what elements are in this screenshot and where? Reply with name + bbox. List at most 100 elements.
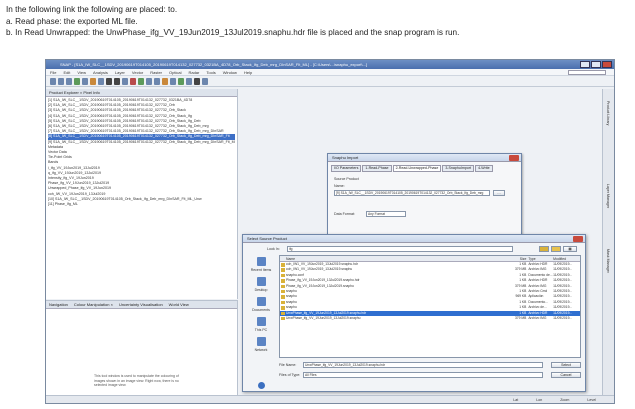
source-product-select[interactable]: [9] S1A_IW_SLC__1SDV_20190619T014105_201… [334, 190, 490, 196]
range-finder-icon[interactable] [138, 78, 144, 85]
tab-write[interactable]: 4-Write [475, 165, 493, 172]
tab-colour-manipulation[interactable]: Colour Manipulation × [74, 301, 113, 308]
layer-manager-tab[interactable]: Layer Manager [606, 184, 610, 208]
export-icon[interactable] [82, 78, 88, 85]
zoom-in-icon[interactable] [106, 78, 112, 85]
colour-manipulation-note: This tool window is used to manipulate t… [94, 374, 179, 388]
look-in-label: Look In: [267, 247, 280, 251]
place-documents[interactable]: Documents [247, 295, 275, 315]
close-icon[interactable] [573, 236, 583, 242]
data-format-select[interactable]: Any Format [366, 211, 406, 217]
menu-window[interactable]: Window [223, 69, 237, 75]
file-icon [281, 268, 285, 272]
place-network[interactable]: Network [247, 335, 275, 355]
file-name-text: coh_IW1_VV_19Jun2019_13Jul2019.snaphu.hd… [286, 262, 358, 266]
new-folder-icon[interactable] [551, 246, 561, 252]
data-format-label: Data Format: [334, 212, 355, 216]
intro-line-a: a. Read phase: the exported ML file. [6, 16, 138, 26]
maximize-button[interactable] [591, 61, 601, 68]
pan-icon[interactable] [122, 78, 128, 85]
up-folder-icon[interactable] [539, 246, 549, 252]
tree-item[interactable]: [9] S1A_IW_SLC__1SDV_20190619T014105_201… [48, 140, 235, 145]
pin-icon[interactable] [130, 78, 136, 85]
product-library-tab[interactable]: Product Library [606, 101, 610, 125]
graph-builder-icon[interactable] [90, 78, 96, 85]
toolbar [46, 76, 614, 87]
place-recent-items[interactable]: Recent Items [247, 255, 275, 275]
view-menu-icon[interactable]: ▦ [563, 246, 577, 252]
draw-polygon-icon[interactable] [154, 78, 160, 85]
status-lon: Lon [536, 398, 543, 402]
file-name-text: Phase_ifg_VV_19Jun2019_13Jul2019.snaphu.… [286, 278, 360, 283]
file-icon [281, 289, 285, 294]
tab-read-phase[interactable]: 1-Read-Phase [362, 165, 392, 172]
tree-item[interactable]: [8] S1A_IW_SLC__1SDV_20190619T014105_201… [48, 134, 235, 140]
close-button[interactable] [602, 61, 612, 68]
menu-view[interactable]: View [77, 69, 86, 75]
snaphu-import-title: Snaphu Import [328, 154, 521, 162]
menu-vector[interactable]: Vector [132, 69, 143, 75]
menu-tools[interactable]: Tools [206, 69, 215, 75]
help-icon[interactable] [258, 382, 265, 389]
documents-icon [256, 297, 266, 306]
tab-navigation[interactable]: Navigation [49, 301, 68, 308]
column-size[interactable]: Size [505, 256, 529, 261]
mask-manager-tab[interactable]: Mask Manager [606, 249, 610, 273]
tab-world-view[interactable]: World View [169, 301, 189, 308]
column-name[interactable]: Name [280, 256, 505, 261]
file-row[interactable]: UnwPhase_ifg_VV_19Jun2019_13Jul2019.snap… [280, 316, 580, 321]
magic-wand-icon[interactable] [162, 78, 168, 85]
select-button[interactable]: Select [551, 362, 581, 368]
menu-edit[interactable]: Edit [63, 69, 70, 75]
menu-layer[interactable]: Layer [115, 69, 125, 75]
intro-line-1: In the following link the following are … [6, 5, 178, 14]
world-map-icon[interactable] [170, 78, 176, 85]
grid-icon[interactable] [194, 78, 200, 85]
product-explorer-tabs[interactable]: Product Explorer × Pixel Info [46, 89, 237, 97]
file-type: Archivo IMG [528, 315, 547, 320]
browse-button[interactable]: … [493, 190, 505, 196]
files-of-type-select[interactable]: All Files [303, 372, 543, 378]
menu-help[interactable]: Help [244, 69, 252, 75]
file-name-text: snaphu.conf [286, 272, 304, 277]
settings-icon[interactable] [186, 78, 192, 85]
tab-read-unwrapped-phase[interactable]: 2-Read-Unwrapped-Phase [392, 165, 442, 172]
batch-icon[interactable] [98, 78, 104, 85]
close-icon[interactable] [509, 155, 519, 161]
menu-radar[interactable]: Radar [188, 69, 199, 75]
draw-line-icon[interactable] [146, 78, 152, 85]
save-icon[interactable] [66, 78, 72, 85]
help-icon[interactable] [202, 78, 208, 85]
column-type[interactable]: Type [528, 256, 553, 261]
file-name-input[interactable]: UnwPhase_ifg_VV_19Jun2019_13Jul2019.snap… [303, 362, 543, 368]
column-modified[interactable]: Modified [553, 256, 580, 261]
file-icon [281, 295, 285, 299]
minimize-button[interactable] [580, 61, 590, 68]
menu-optical[interactable]: Optical [169, 69, 181, 75]
open-icon[interactable] [58, 78, 64, 85]
cancel-button[interactable]: Cancel [551, 372, 581, 378]
look-in-select[interactable]: ifg [287, 246, 513, 252]
import-icon[interactable] [74, 78, 80, 85]
menu-file[interactable]: File [50, 69, 56, 75]
product-explorer-panel: Product Explorer × Pixel Info [1] S1A_IW… [46, 89, 238, 299]
network-icon [256, 337, 266, 346]
dialog-title: Select Source Product [247, 236, 287, 241]
tab-snaphu-import[interactable]: 3-SnaphuImport [442, 165, 475, 172]
file-name-text: snaphu [286, 305, 297, 310]
file-icon [281, 311, 285, 316]
zoom-out-icon[interactable] [114, 78, 120, 85]
tree-item[interactable]: [11] Phase_Ifg_ML [48, 202, 235, 207]
search-input[interactable] [568, 70, 606, 75]
place-this-pc[interactable]: This PC [247, 315, 275, 335]
tab-io-parameters[interactable]: I/O Parameters [331, 165, 362, 172]
tab-uncertainty[interactable]: Uncertainty Visualisation [119, 301, 163, 308]
file-name-text: Phase_ifg_VV_19Jun2019_13Jul2019.snaphu [286, 283, 354, 288]
new-icon[interactable] [50, 78, 56, 85]
file-icon [281, 279, 285, 283]
layer-icon[interactable] [178, 78, 184, 85]
menu-analysis[interactable]: Analysis [93, 69, 108, 75]
place-desktop[interactable]: Desktop [247, 275, 275, 295]
intro-line-b: b. In Read Unwrapped: the UnwPhase_ifg_V… [6, 28, 460, 37]
menu-raster[interactable]: Raster [150, 69, 162, 75]
